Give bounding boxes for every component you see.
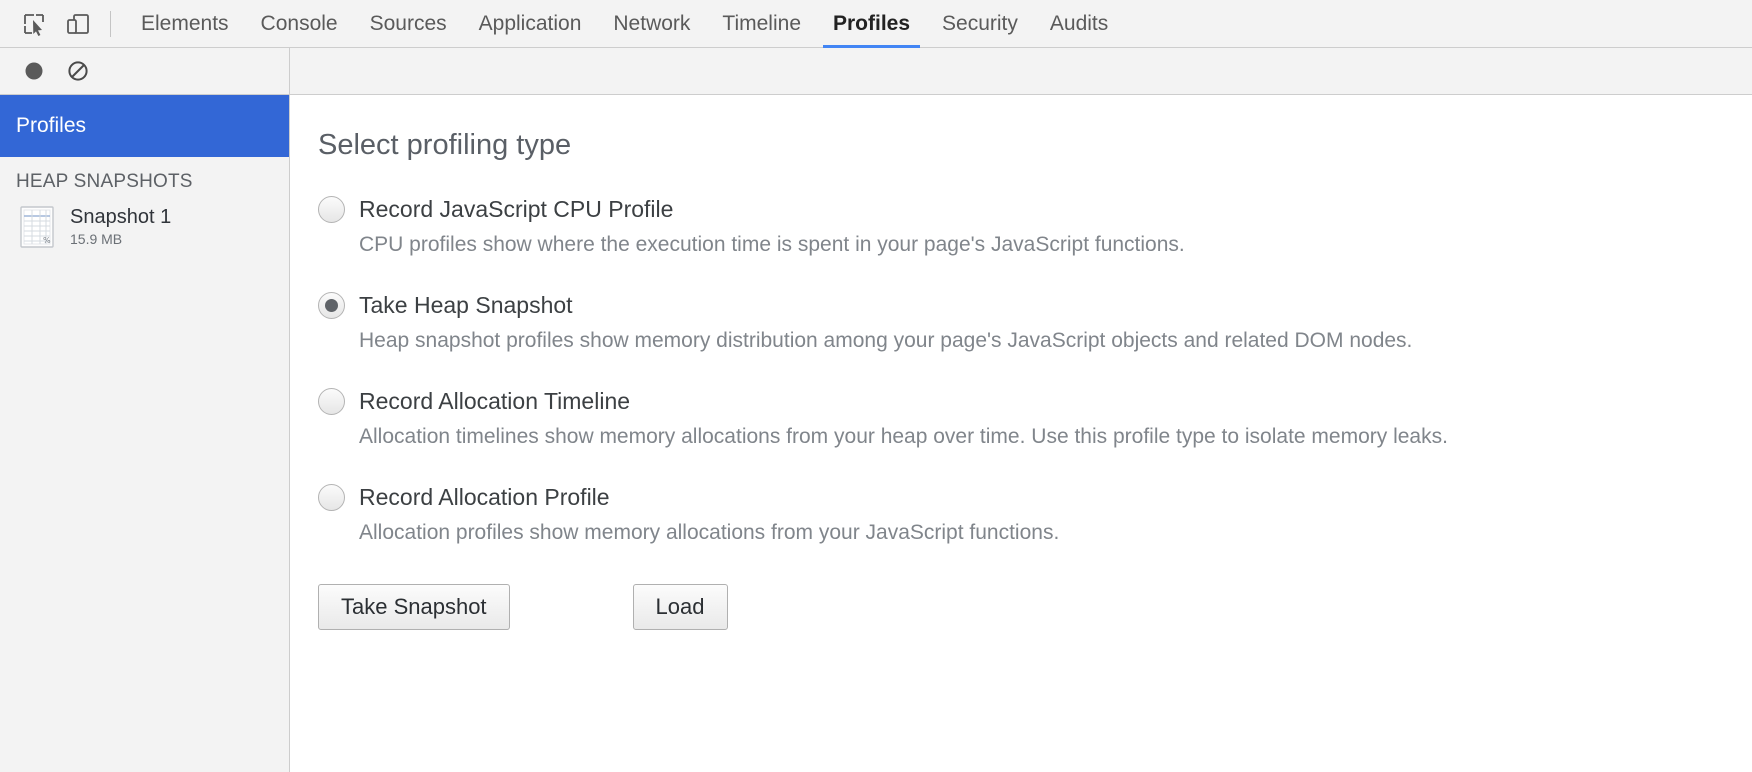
option-record-allocation-timeline: Record Allocation Timeline Allocation ti… [318, 388, 1752, 475]
option-label: Record JavaScript CPU Profile [359, 196, 674, 222]
sidebar-header-label: Profiles [16, 114, 87, 137]
sidebar-item-profiles[interactable]: Profiles [0, 95, 289, 157]
sidebar-section-label: HEAP SNAPSHOTS [16, 171, 193, 192]
option-label: Take Heap Snapshot [359, 292, 573, 318]
profile-launcher-panel: Select profiling type Record JavaScript … [290, 95, 1752, 772]
devtools-tabbar: Elements Console Sources Application Net… [0, 0, 1752, 48]
page-title: Select profiling type [318, 129, 572, 161]
option-description: Allocation profiles show memory allocati… [359, 521, 1060, 544]
option-label: Record Allocation Timeline [359, 388, 631, 414]
tab-label: Audits [1049, 11, 1109, 35]
tab-audits[interactable]: Audits [1034, 0, 1124, 48]
profiles-sidebar: Profiles HEAP SNAPSHOTS % Snapshot 1 15.… [0, 95, 290, 772]
profiles-actionbar [0, 48, 1752, 95]
list-item[interactable]: % Snapshot 1 15.9 MB [0, 199, 289, 255]
tab-security[interactable]: Security [926, 0, 1034, 48]
tab-label: Console [260, 11, 338, 35]
snapshot-size: 15.9 MB [70, 230, 123, 247]
radio-record-js-cpu-profile[interactable] [318, 196, 345, 223]
radio-row[interactable]: Take Heap Snapshot [318, 292, 1752, 319]
tab-timeline[interactable]: Timeline [706, 0, 817, 48]
actionbar-left [0, 48, 290, 94]
option-record-allocation-profile: Record Allocation Profile Allocation pro… [318, 484, 1752, 571]
radio-row[interactable]: Record Allocation Timeline [318, 388, 1752, 415]
tab-label: Timeline [722, 11, 801, 35]
option-label: Record Allocation Profile [359, 484, 610, 510]
radio-row[interactable]: Record JavaScript CPU Profile [318, 196, 1752, 223]
tab-label: Profiles [833, 11, 911, 35]
record-circle-icon[interactable] [12, 49, 56, 93]
snapshot-title: Snapshot 1 [70, 206, 172, 229]
snapshot-text: Snapshot 1 15.9 MB [70, 206, 171, 247]
tab-application[interactable]: Application [463, 0, 598, 48]
actionbar-right [290, 48, 1752, 94]
tab-elements[interactable]: Elements [125, 0, 245, 48]
heap-snapshot-grid-icon: % [18, 205, 56, 249]
clear-prohibited-icon[interactable] [56, 49, 100, 93]
devtools-body: Profiles HEAP SNAPSHOTS % Snapshot 1 15.… [0, 95, 1752, 772]
option-record-js-cpu-profile: Record JavaScript CPU Profile CPU profil… [318, 196, 1752, 283]
tab-list: Elements Console Sources Application Net… [125, 0, 1124, 48]
take-snapshot-button[interactable]: Take Snapshot [318, 584, 510, 630]
radio-row[interactable]: Record Allocation Profile [318, 484, 1752, 511]
tab-label: Security [942, 11, 1018, 35]
radio-take-heap-snapshot[interactable] [318, 292, 345, 319]
load-button[interactable]: Load [632, 584, 728, 630]
tab-network[interactable]: Network [597, 0, 706, 48]
inspect-element-icon[interactable] [12, 2, 56, 46]
toolbar-divider [110, 10, 111, 37]
radio-record-allocation-profile[interactable] [318, 484, 345, 511]
svg-text:%: % [43, 236, 51, 245]
option-description: Allocation timelines show memory allocat… [359, 425, 1448, 448]
tab-label: Elements [141, 11, 229, 35]
tab-label: Network [613, 11, 691, 35]
device-toolbar-icon[interactable] [56, 2, 100, 46]
devtools-window: Elements Console Sources Application Net… [0, 0, 1752, 772]
tab-label: Application [478, 11, 582, 35]
option-take-heap-snapshot: Take Heap Snapshot Heap snapshot profile… [318, 292, 1752, 379]
sidebar-section-heap-snapshots: HEAP SNAPSHOTS [0, 157, 289, 199]
option-description: Heap snapshot profiles show memory distr… [359, 329, 1413, 352]
option-description: CPU profiles show where the execution ti… [359, 233, 1185, 256]
launcher-buttons: Take Snapshot Load [318, 584, 1752, 630]
profiling-type-options: Record JavaScript CPU Profile CPU profil… [318, 196, 1752, 580]
radio-record-allocation-timeline[interactable] [318, 388, 345, 415]
tab-label: Sources [369, 11, 447, 35]
tab-console[interactable]: Console [245, 0, 354, 48]
tab-profiles[interactable]: Profiles [817, 0, 926, 48]
tab-sources[interactable]: Sources [354, 0, 463, 48]
